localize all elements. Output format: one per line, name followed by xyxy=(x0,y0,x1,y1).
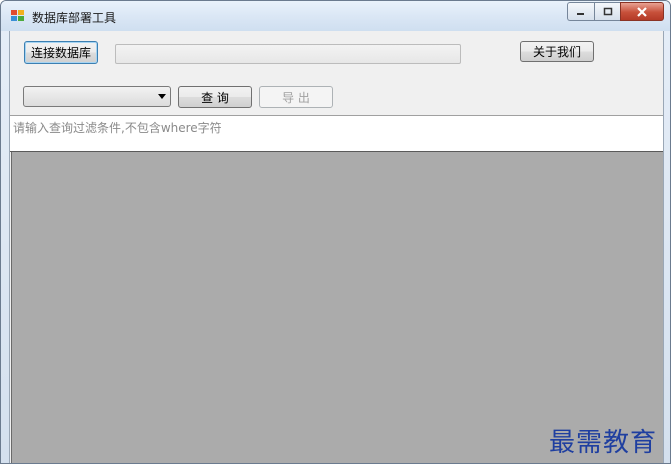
close-icon xyxy=(637,6,647,17)
app-window: 数据库部署工具 连接数据库 关于我们 查 询 导 出 请输入查询过滤条件,不包含… xyxy=(0,0,671,464)
export-button[interactable]: 导 出 xyxy=(259,86,333,108)
close-button[interactable] xyxy=(620,2,664,21)
results-grid[interactable]: 最需教育 xyxy=(11,152,663,463)
window-title: 数据库部署工具 xyxy=(32,11,117,25)
connection-progress-bar xyxy=(115,44,461,64)
table-select-dropdown[interactable] xyxy=(23,86,171,107)
client-area: 连接数据库 关于我们 查 询 导 出 请输入查询过滤条件,不包含where字符 … xyxy=(9,31,664,463)
minimize-button[interactable] xyxy=(567,2,594,21)
maximize-button[interactable] xyxy=(594,2,620,21)
title-bar[interactable]: 数据库部署工具 xyxy=(1,1,670,31)
query-button[interactable]: 查 询 xyxy=(178,86,252,108)
about-us-button[interactable]: 关于我们 xyxy=(520,41,594,62)
watermark-text: 最需教育 xyxy=(548,428,657,458)
connect-database-button[interactable]: 连接数据库 xyxy=(24,41,98,64)
chevron-down-icon xyxy=(158,94,166,99)
minimize-icon xyxy=(577,12,584,15)
filter-input[interactable]: 请输入查询过滤条件,不包含where字符 xyxy=(10,115,663,152)
maximize-icon xyxy=(603,7,612,16)
filter-placeholder: 请输入查询过滤条件,不包含where字符 xyxy=(13,121,222,135)
caption-buttons xyxy=(567,2,664,22)
app-icon xyxy=(11,10,25,22)
